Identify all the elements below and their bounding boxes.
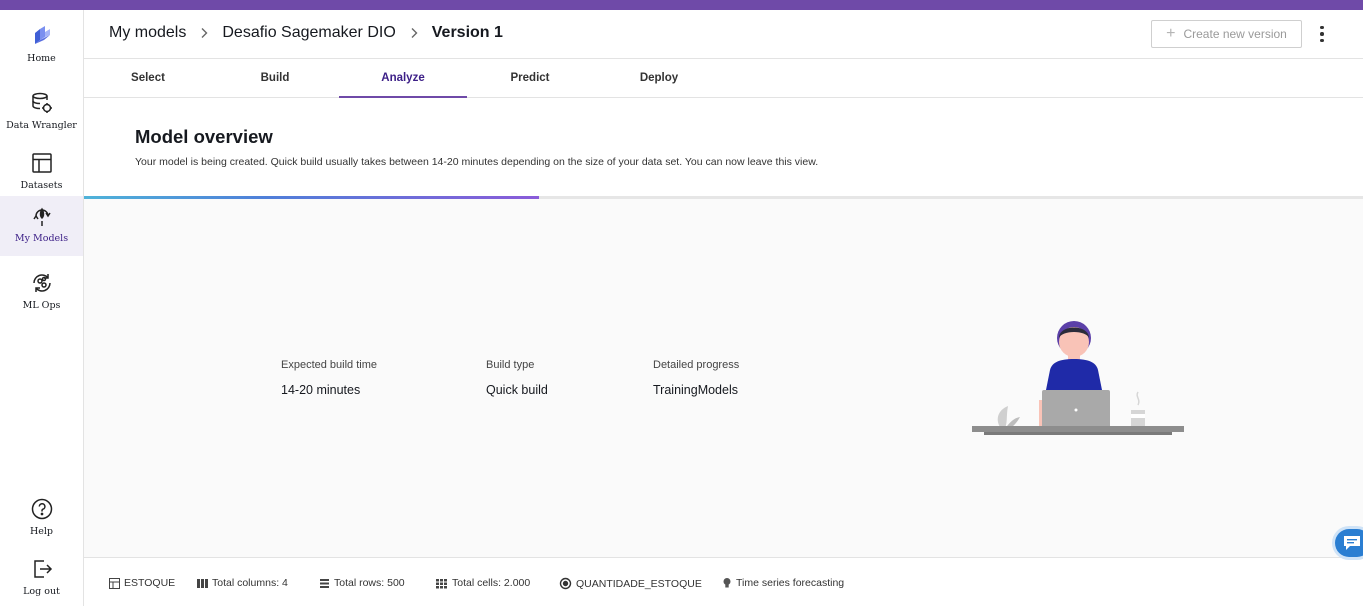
sidebar-item-datasets[interactable]: Datasets <box>0 143 83 203</box>
help-icon <box>31 498 52 520</box>
step-tabs: Select Build Analyze Predict Deploy <box>84 59 1363 98</box>
page-header: My models Desafio Sagemaker DIO Version … <box>84 10 1363 59</box>
create-new-version-label: Create new version <box>1183 27 1287 41</box>
stat-expected-build-time: Expected build time 14-20 minutes <box>281 359 377 397</box>
footer-rows: Total rows: 500 <box>319 577 405 589</box>
breadcrumb-my-models[interactable]: My models <box>109 24 186 42</box>
footer-dataset: ESTOQUE <box>109 577 175 589</box>
stat-label: Build type <box>486 359 535 371</box>
tab-analyze[interactable]: Analyze <box>339 59 467 98</box>
footer-cells: Total cells: 2.000 <box>436 577 530 589</box>
dataset-name: ESTOQUE <box>124 577 176 589</box>
chevron-right-icon <box>201 28 208 38</box>
tab-predict[interactable]: Predict <box>466 59 594 97</box>
stat-detailed-progress: Detailed progress TrainingModels <box>653 359 739 397</box>
more-options-icon[interactable] <box>1313 24 1331 44</box>
rows-icon <box>320 578 329 588</box>
create-new-version-button[interactable]: + Create new version <box>1151 20 1302 48</box>
sidebar-item-data-wrangler[interactable]: Data Wrangler <box>0 83 83 143</box>
stat-build-type: Build type Quick build <box>486 359 548 397</box>
chat-button[interactable] <box>1335 529 1363 557</box>
dataset-info-bar: ESTOQUE Total columns: 4 Total rows: 500… <box>84 557 1363 606</box>
total-rows: Total rows: 500 <box>334 577 405 589</box>
sidebar-item-label: My Models <box>14 233 69 244</box>
breadcrumb-version: Version 1 <box>431 24 503 41</box>
target-column: QUANTIDADE_ESTOQUE <box>576 577 702 590</box>
overview-description: Your model is being created. Quick build… <box>135 156 819 168</box>
tab-select[interactable]: Select <box>84 59 212 97</box>
tab-deploy[interactable]: Deploy <box>595 59 723 97</box>
sidebar-item-log-out[interactable]: Log out <box>0 549 83 609</box>
datasets-icon <box>31 153 52 173</box>
stat-label: Detailed progress <box>653 359 740 371</box>
sidebar-item-ml-ops[interactable]: ML Ops <box>0 263 83 323</box>
top-accent-bar <box>0 0 1363 10</box>
total-columns: Total columns: 4 <box>212 577 288 589</box>
sidebar: Home Data Wrangler Datasets My Models ML… <box>0 10 84 606</box>
sidebar-item-label: Log out <box>23 586 60 597</box>
footer-model-type: Time series forecasting <box>722 577 844 589</box>
sidebar-item-label: Data Wrangler <box>6 120 77 131</box>
breadcrumb: My models Desafio Sagemaker DIO Version … <box>109 24 503 42</box>
stat-value: TrainingModels <box>653 383 738 397</box>
sidebar-item-label: Datasets <box>20 180 63 191</box>
grid-icon <box>436 578 447 588</box>
model-overview-section: Model overview Your model is being creat… <box>84 98 1363 198</box>
lightbulb-icon <box>723 578 731 588</box>
build-status-panel: Expected build time 14-20 minutes Build … <box>84 199 1363 557</box>
stat-value: 14-20 minutes <box>281 383 361 397</box>
sidebar-item-home[interactable]: Home <box>0 16 83 76</box>
tab-build[interactable]: Build <box>211 59 339 97</box>
stat-label: Expected build time <box>281 359 377 371</box>
footer-columns: Total columns: 4 <box>197 577 288 589</box>
chevron-right-icon <box>411 28 418 38</box>
sidebar-item-label: ML Ops <box>22 300 61 311</box>
sidebar-item-label: Home <box>27 53 56 64</box>
model-type: Time series forecasting <box>736 577 845 589</box>
breadcrumb-model[interactable]: Desafio Sagemaker DIO <box>222 24 395 42</box>
sidebar-item-label: Help <box>29 526 54 537</box>
home-logo-icon <box>34 26 50 44</box>
sidebar-item-help[interactable]: Help <box>0 489 83 549</box>
target-icon <box>559 577 572 590</box>
total-cells: Total cells: 2.000 <box>452 577 531 589</box>
plus-icon: + <box>1166 25 1176 42</box>
person-at-laptop-illustration <box>972 321 1184 435</box>
stat-value: Quick build <box>486 383 548 397</box>
table-icon <box>109 577 120 589</box>
page-title: Model overview <box>135 126 273 147</box>
sidebar-item-my-models[interactable]: My Models <box>0 196 83 256</box>
footer-target: QUANTIDADE_ESTOQUE <box>559 577 702 590</box>
logout-icon <box>33 560 52 578</box>
chat-icon <box>1344 536 1360 550</box>
models-icon <box>32 207 51 226</box>
data-wrangler-icon <box>31 92 52 113</box>
columns-icon <box>197 578 208 588</box>
ml-ops-icon <box>32 274 51 292</box>
